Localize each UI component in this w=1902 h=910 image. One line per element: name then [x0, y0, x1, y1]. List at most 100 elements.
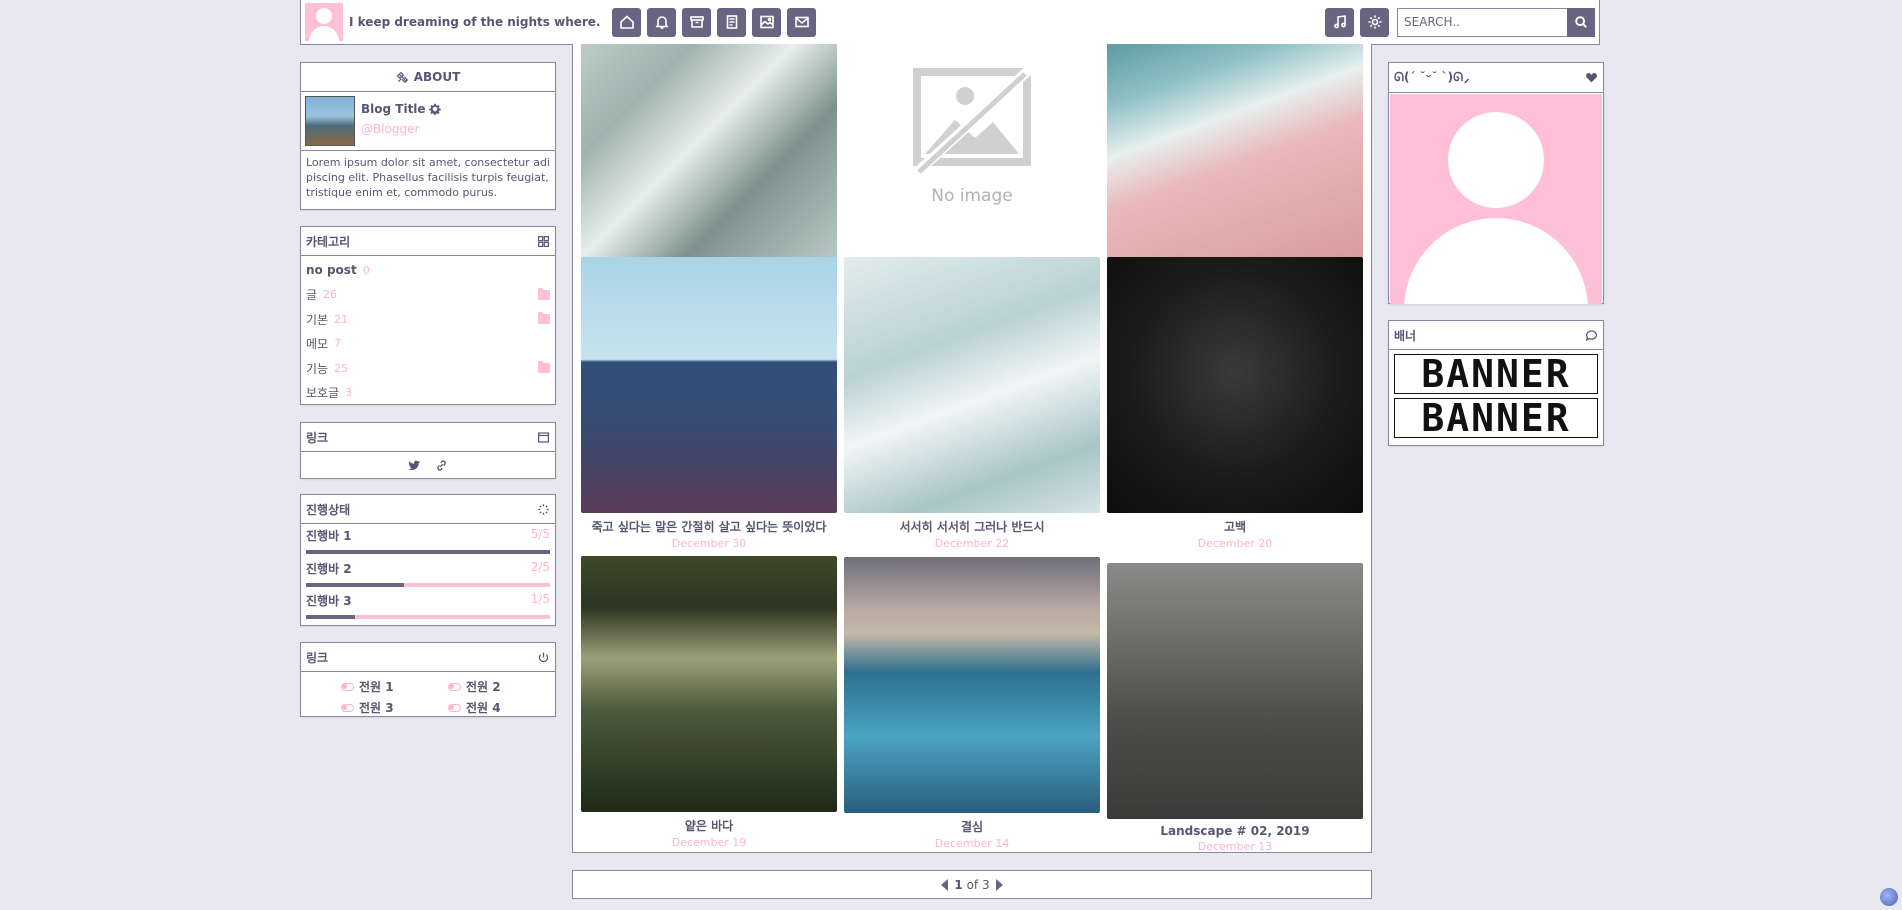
folder-icon[interactable] — [538, 287, 550, 300]
post-card[interactable]: 서서히 서서히 그러나 반드시 December 22 — [844, 257, 1100, 550]
toggle-switch-icon[interactable] — [341, 682, 354, 691]
post-thumbnail[interactable] — [1107, 257, 1363, 513]
category-count: 25 — [334, 361, 349, 375]
progress-bar — [306, 582, 550, 587]
theme-toggle-button[interactable] — [1360, 7, 1389, 37]
progress-fill — [306, 550, 550, 554]
post-card[interactable]: 죽고 싶다는 말은 간절히 살고 싶다는 뜻이었다 December 30 — [581, 257, 837, 550]
toggle-switch-icon[interactable] — [448, 682, 461, 691]
folder-icon[interactable] — [538, 312, 550, 325]
toggle-switch-icon[interactable] — [448, 703, 461, 712]
post-thumbnail[interactable] — [581, 44, 837, 258]
post-title[interactable]: 죽고 싶다는 말은 간절히 살고 싶다는 뜻이었다 — [581, 518, 837, 535]
power-title: 링크 — [306, 650, 329, 665]
blog-tagline[interactable]: I keep dreaming of the nights where. — [349, 15, 600, 29]
category-item[interactable]: 보호글 3 — [306, 381, 550, 406]
about-meta: Blog Title @Blogger — [355, 96, 447, 146]
category-item[interactable]: 글 26 — [306, 283, 550, 308]
post-thumbnail[interactable] — [844, 557, 1100, 813]
power-header: 링크 — [301, 643, 555, 672]
satellite-icon — [396, 71, 408, 83]
folder-icon[interactable] — [538, 361, 550, 374]
post-thumbnail[interactable] — [1107, 563, 1363, 819]
category-item[interactable]: 기본 21 — [306, 307, 550, 332]
progress-bar — [306, 615, 550, 619]
post-title[interactable]: 결심 — [844, 818, 1100, 835]
post-date: December 19 — [671, 836, 747, 849]
post-card[interactable]: 얕은 바다 December 19 — [581, 556, 837, 849]
banner-title: 배너 — [1394, 328, 1417, 343]
blog-title-row: Blog Title — [361, 102, 441, 116]
prev-page-icon[interactable] — [941, 878, 949, 891]
music-button[interactable] — [1325, 7, 1354, 37]
profile-image — [1390, 94, 1602, 304]
blogger-handle[interactable]: @Blogger — [361, 122, 441, 136]
twitter-icon[interactable] — [408, 459, 421, 472]
about-profile: Blog Title @Blogger — [301, 92, 555, 151]
category-name: 메모 — [306, 337, 329, 352]
progress-label: 진행바 2 — [306, 561, 352, 576]
category-name: no post — [306, 263, 357, 278]
post-card[interactable]: Landscape # 02, 2019 December 13 — [1107, 563, 1363, 853]
category-count: 7 — [334, 337, 342, 351]
category-item[interactable]: 메모 7 — [306, 332, 550, 357]
power-toggle[interactable]: 전원 4 — [448, 699, 555, 716]
category-item[interactable]: 기능 25 — [306, 356, 550, 381]
no-image-text: No image — [931, 186, 1013, 206]
search-button[interactable] — [1567, 7, 1595, 37]
category-name: 글 — [306, 288, 318, 303]
gear-icon[interactable] — [428, 103, 441, 115]
banner-1[interactable]: BANNER — [1394, 352, 1598, 396]
category-item[interactable]: no post 0 — [306, 258, 550, 283]
post-card[interactable]: 결심 December 14 — [844, 557, 1100, 850]
post-date: December 13 — [1197, 840, 1273, 853]
archive-button[interactable] — [682, 7, 712, 37]
blog-title: Blog Title — [361, 102, 426, 116]
heart-icon[interactable] — [1585, 71, 1598, 84]
post-title[interactable]: 얕은 바다 — [581, 817, 837, 834]
next-page-icon[interactable] — [995, 878, 1003, 891]
grid-icon[interactable] — [537, 235, 550, 248]
power-toggle[interactable]: 전원 3 — [341, 699, 448, 716]
post-thumbnail[interactable] — [1107, 44, 1363, 258]
profile-title: ᘏ(ˊ ˘ᵕ˘ ˋ)ᘏ⸝ — [1394, 70, 1471, 84]
progress-label-row: 진행바 3 1/5 — [306, 592, 550, 609]
guestbook-button[interactable] — [717, 7, 747, 37]
post-thumbnail[interactable] — [844, 257, 1100, 513]
progress-title: 진행상태 — [306, 502, 351, 517]
post-thumbnail[interactable] — [581, 257, 837, 513]
search-input[interactable] — [1397, 7, 1567, 37]
progress-value: 1/5 — [530, 592, 550, 606]
post-date: December 14 — [934, 837, 1010, 850]
post-title[interactable]: 서서히 서서히 그러나 반드시 — [844, 518, 1100, 535]
gallery-button[interactable] — [752, 7, 782, 37]
post-title[interactable]: 고백 — [1107, 518, 1363, 535]
home-button[interactable] — [612, 7, 642, 37]
post-date: December 20 — [1197, 537, 1273, 550]
post-title[interactable]: Landscape # 02, 2019 — [1107, 824, 1363, 838]
toggle-label: 전원 3 — [359, 701, 394, 715]
banner-widget: 배너 BANNER BANNER — [1388, 320, 1604, 446]
progress-fill — [306, 582, 404, 587]
power-toggle[interactable]: 전원 2 — [448, 678, 555, 695]
power-toggle[interactable]: 전원 1 — [341, 678, 448, 695]
toggle-switch-icon[interactable] — [341, 703, 354, 712]
notification-button[interactable] — [647, 7, 677, 37]
link-icon[interactable] — [435, 459, 448, 472]
progress-value: 2/5 — [530, 559, 550, 574]
profile-body-shape — [1404, 218, 1588, 304]
avatar[interactable] — [305, 3, 343, 41]
post-card[interactable]: 고백 December 20 — [1107, 257, 1363, 550]
progress-label: 진행바 1 — [306, 529, 352, 543]
category-title: 카테고리 — [306, 234, 351, 249]
no-image-placeholder[interactable]: No image — [844, 44, 1100, 258]
about-description: Lorem ipsum dolor sit amet, consectetur … — [306, 156, 550, 199]
post-thumbnail[interactable] — [581, 556, 837, 812]
corner-widget-icon[interactable] — [1880, 888, 1898, 906]
banner-2[interactable]: BANNER — [1394, 396, 1598, 440]
profile-widget: ᘏ(ˊ ˘ᵕ˘ ˋ)ᘏ⸝ — [1388, 62, 1604, 304]
progress-value: 5/5 — [530, 527, 550, 541]
mail-button[interactable] — [787, 7, 817, 37]
bell-icon — [655, 16, 669, 29]
music-icon — [1333, 15, 1346, 29]
